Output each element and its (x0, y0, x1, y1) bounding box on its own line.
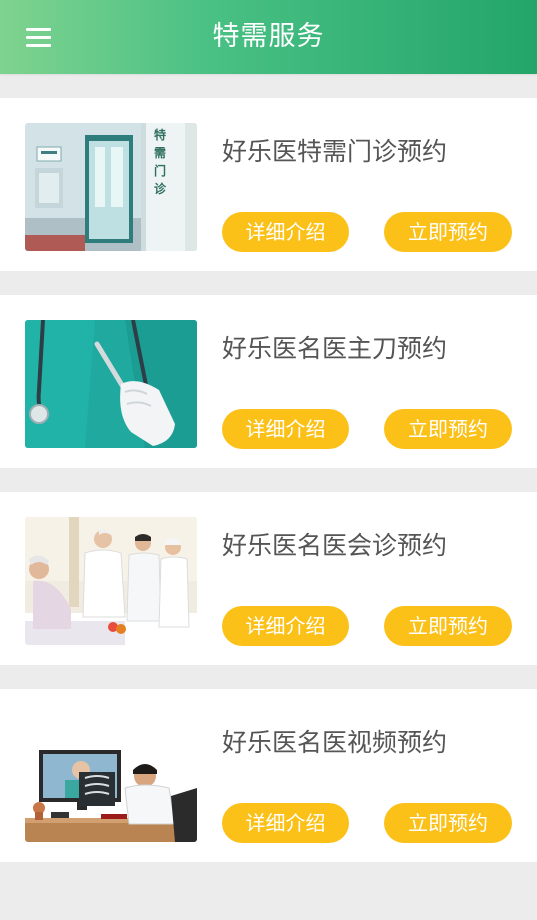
clinic-sign-char: 特 (154, 127, 166, 142)
book-now-button[interactable]: 立即预约 (384, 409, 512, 449)
surgeon-image (25, 320, 197, 448)
special-clinic-image: 特 需 门 诊 (25, 123, 197, 251)
book-now-button[interactable]: 立即预约 (384, 212, 512, 252)
clinic-sign-char: 诊 (154, 181, 167, 196)
details-button[interactable]: 详细介绍 (222, 606, 349, 646)
service-card-video: 好乐医名医视频预约 详细介绍 立即预约 (0, 689, 537, 862)
service-card-surgeon: 好乐医名医主刀预约 详细介绍 立即预约 (0, 295, 537, 468)
clinic-sign-char: 需 (154, 146, 166, 160)
doctors-visit-image (25, 517, 197, 645)
service-title: 好乐医名医视频预约 (222, 728, 448, 757)
service-title: 好乐医特需门诊预约 (222, 137, 448, 166)
app-header: 特需服务 (0, 0, 537, 74)
service-card-consultation: 好乐医名医会诊预约 详细介绍 立即预约 (0, 492, 537, 665)
page-title: 特需服务 (212, 21, 325, 52)
book-now-button[interactable]: 立即预约 (384, 803, 512, 843)
details-button[interactable]: 详细介绍 (222, 409, 349, 449)
service-card-special-clinic: 特 需 门 诊 好乐医特需门诊预约 详细介绍 立即预约 (0, 98, 537, 271)
book-now-button[interactable]: 立即预约 (384, 606, 512, 646)
video-consult-image (25, 714, 197, 842)
details-button[interactable]: 详细介绍 (222, 803, 349, 843)
service-title: 好乐医名医主刀预约 (222, 334, 448, 363)
details-button[interactable]: 详细介绍 (222, 212, 349, 252)
service-title: 好乐医名医会诊预约 (222, 531, 448, 560)
clinic-sign-char: 门 (154, 163, 166, 178)
